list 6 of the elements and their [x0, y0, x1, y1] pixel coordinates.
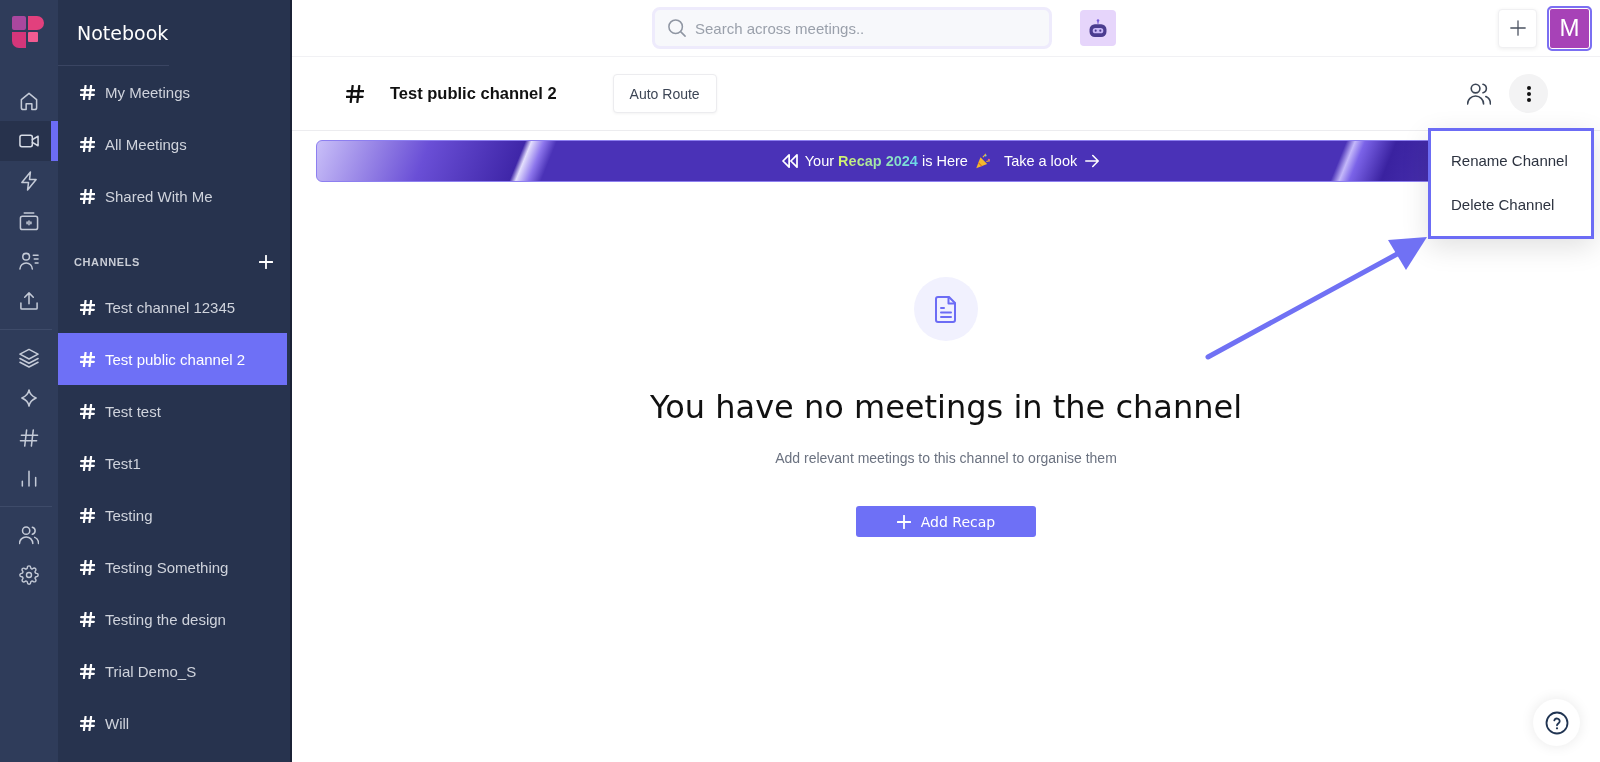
sidebar-title: Notebook — [76, 20, 169, 46]
empty-state-text: Add relevant meetings to this channel to organise them — [775, 449, 1117, 467]
empty-state-heading: You have no meetings in the channel — [649, 387, 1243, 428]
channel-title: Test public channel 2 — [390, 84, 557, 103]
section-heading: CHANNELS — [74, 255, 140, 270]
banner-text: Your Recap 2024 is Here — [804, 153, 968, 169]
